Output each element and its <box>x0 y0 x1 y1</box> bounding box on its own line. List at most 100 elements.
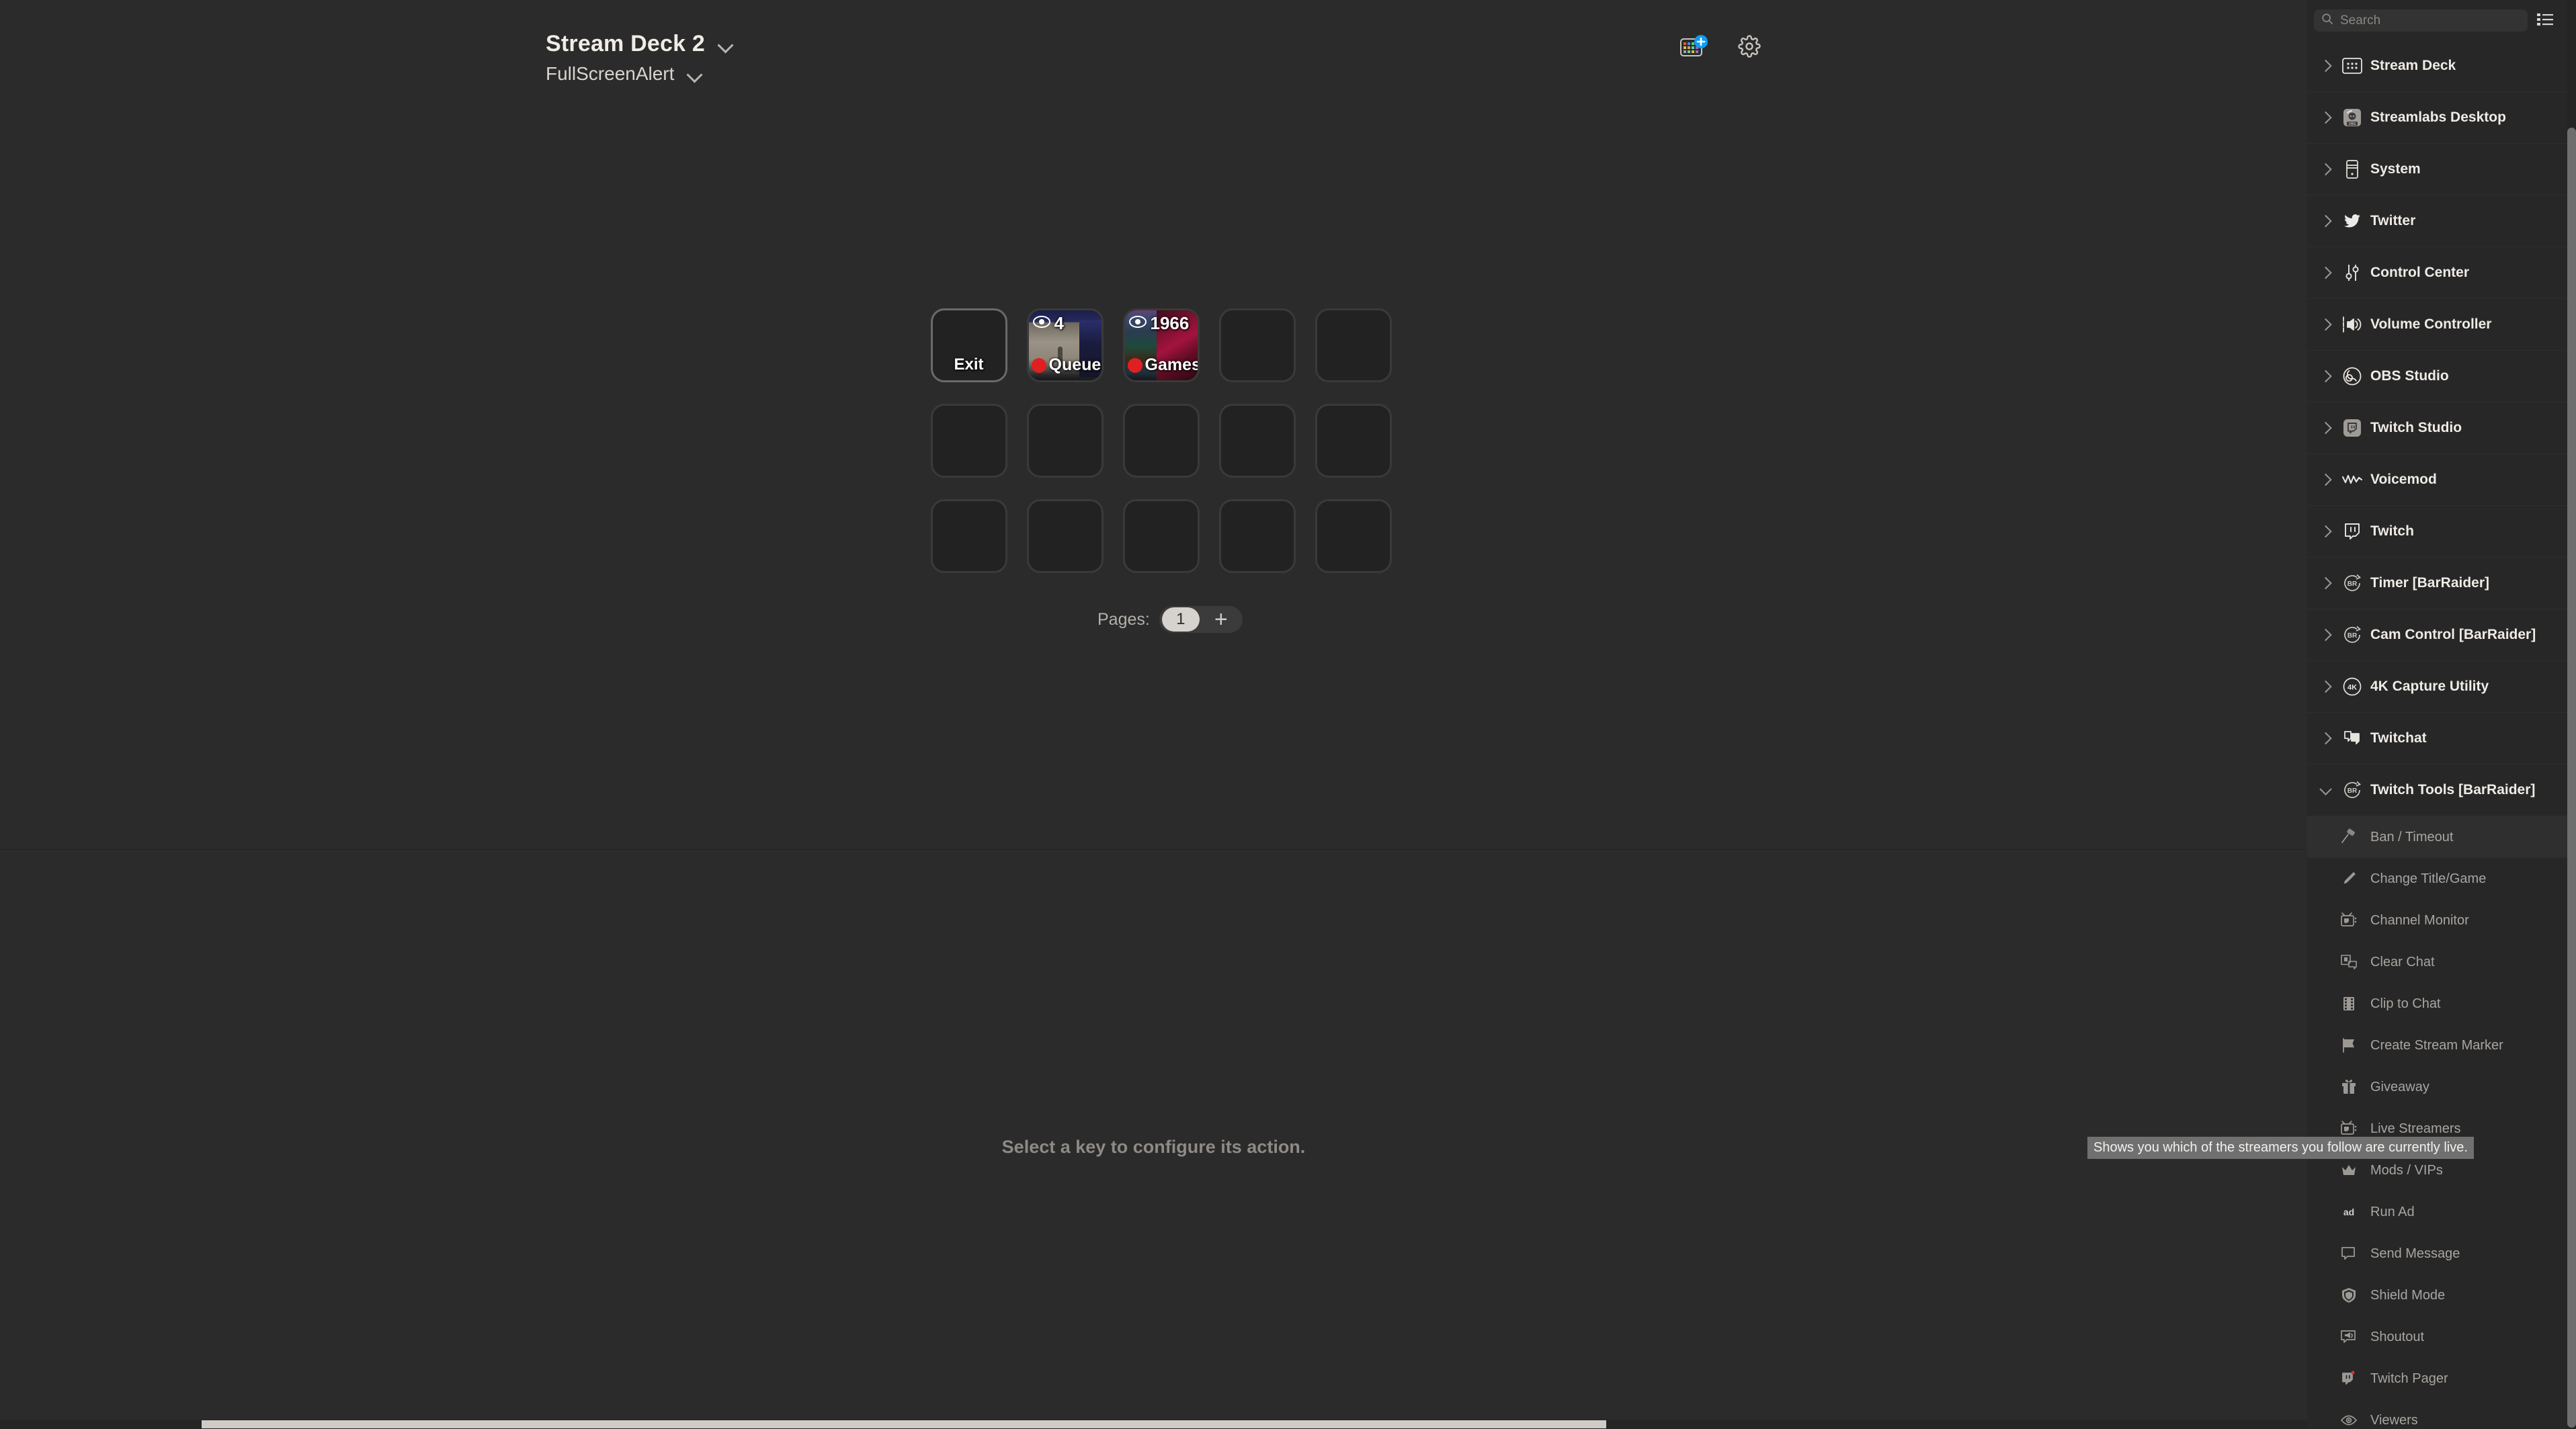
category-twitch-studio[interactable]: Twitch Studio <box>2307 402 2576 454</box>
deck-selector[interactable]: Stream Deck 2 <box>546 31 735 57</box>
deck-title: Stream Deck 2 <box>546 31 705 56</box>
list-view-icon[interactable] <box>2537 12 2553 30</box>
key-slot <box>1305 488 1401 584</box>
page-button-1[interactable]: 1 <box>1161 607 1200 632</box>
category-label: 4K Capture Utility <box>2370 679 2489 694</box>
action-channel-monitor[interactable]: Channel Monitor <box>2307 900 2576 941</box>
barraider-icon: BR <box>2338 780 2366 800</box>
key-slot <box>1113 393 1209 488</box>
streamlabs-obs-icon: OBS <box>2338 108 2366 127</box>
obs-studio-icon <box>2338 367 2366 386</box>
action-send-message[interactable]: Send Message <box>2307 1233 2576 1274</box>
category-volume-controller[interactable]: Volume Controller <box>2307 299 2576 351</box>
action-giveaway[interactable]: Giveaway <box>2307 1066 2576 1108</box>
action-create-stream-marker[interactable]: Create Stream Marker <box>2307 1025 2576 1066</box>
profile-selector[interactable]: FullScreenAlert <box>546 63 704 85</box>
pages-label: Pages: <box>1097 609 1150 629</box>
category-label: Twitch Studio <box>2370 420 2462 435</box>
deck-key-empty[interactable] <box>1315 499 1392 573</box>
category-obs-studio[interactable]: OBS Studio <box>2307 351 2576 402</box>
deck-key-empty[interactable] <box>930 404 1007 478</box>
category-voicemod[interactable]: Voicemod <box>2307 454 2576 506</box>
deck-key-empty[interactable] <box>1122 499 1200 573</box>
deck-key-empty[interactable] <box>1122 404 1200 478</box>
svg-text:4K: 4K <box>2348 684 2357 692</box>
action-viewers[interactable]: Viewers <box>2307 1399 2576 1429</box>
action-run-ad[interactable]: ad Run Ad <box>2307 1191 2576 1233</box>
key-slot <box>1017 488 1113 584</box>
category-label: OBS Studio <box>2370 368 2449 384</box>
pages-pill: 1 + <box>1159 606 1243 633</box>
sidebar-scrollbar-track[interactable] <box>2567 0 2576 1429</box>
configure-hint: Select a key to configure its action. <box>1001 1137 1306 1157</box>
deck-key-empty[interactable] <box>1218 499 1296 573</box>
action-clip-to-chat[interactable]: Clip to Chat <box>2307 983 2576 1025</box>
live-status-row: QueueBl <box>1031 357 1102 374</box>
category-streamlabs-desktop[interactable]: OBS Streamlabs Desktop <box>2307 92 2576 144</box>
barraider-icon: BR <box>2338 625 2366 645</box>
gear-icon[interactable] <box>1738 35 1761 61</box>
action-ban-timeout[interactable]: Ban / Timeout <box>2307 816 2576 858</box>
key-slot <box>921 488 1017 584</box>
action-label: Create Stream Marker <box>2370 1037 2503 1053</box>
add-page-button[interactable]: + <box>1202 607 1240 632</box>
viewer-count: 1966 <box>1150 313 1190 333</box>
sidebar-scrollbar-thumb[interactable] <box>2567 128 2576 1428</box>
action-label: Shoutout <box>2370 1329 2425 1344</box>
action-label: Twitch Pager <box>2370 1371 2448 1386</box>
category-twitch[interactable]: Twitch <box>2307 506 2576 558</box>
category-4k-capture-utility[interactable]: 4K 4K Capture Utility <box>2307 661 2576 713</box>
horizontal-scrollbar-track[interactable] <box>0 1420 2307 1429</box>
category-label: Voicemod <box>2370 472 2437 487</box>
deck-key-live-streamer-1[interactable]: 4 QueueBl <box>1026 308 1104 382</box>
eye-icon <box>2335 1412 2362 1429</box>
category-label: Stream Deck <box>2370 58 2456 73</box>
svg-text:OBS: OBS <box>2349 122 2356 126</box>
deck-key-empty[interactable] <box>930 499 1007 573</box>
category-control-center[interactable]: Control Center <box>2307 247 2576 299</box>
action-live-streamers[interactable]: Live Streamers <box>2307 1108 2576 1150</box>
action-clear-chat[interactable]: Clear Chat <box>2307 941 2576 983</box>
chevron-down-icon[interactable] <box>686 65 704 83</box>
key-grid-container: Exit 4 Queue 1966 Game <box>921 298 1401 584</box>
gift-icon <box>2335 1078 2362 1096</box>
action-mods-vips[interactable]: Mods / VIPs <box>2307 1150 2576 1191</box>
action-label: Run Ad <box>2370 1204 2415 1219</box>
category-twitter[interactable]: Twitter <box>2307 196 2576 247</box>
action-change-title-game[interactable]: Change Title/Game <box>2307 858 2576 900</box>
category-cam-control-barraider[interactable]: BR Cam Control [BarRaider] <box>2307 609 2576 661</box>
category-twitch-tools-barraider[interactable]: BR Twitch Tools [BarRaider] <box>2307 765 2576 816</box>
search-input[interactable]: Search <box>2314 9 2528 32</box>
deck-key-empty[interactable] <box>1218 404 1296 478</box>
svg-text:BR: BR <box>2348 632 2358 640</box>
deck-key-exit[interactable]: Exit <box>930 308 1007 382</box>
horizontal-scrollbar-thumb[interactable] <box>202 1420 1606 1428</box>
stream-deck-icon <box>2338 58 2366 74</box>
deck-key-empty[interactable] <box>1026 499 1104 573</box>
panel-divider <box>0 850 2307 851</box>
message-bubble-icon <box>2335 1245 2362 1262</box>
deck-key-empty[interactable] <box>1315 404 1392 478</box>
action-label: Ban / Timeout <box>2370 829 2454 845</box>
deck-key-live-streamer-2[interactable]: 1966 GamesD <box>1122 308 1200 382</box>
action-shield-mode[interactable]: Shield Mode <box>2307 1274 2576 1316</box>
action-label: Send Message <box>2370 1246 2460 1261</box>
deck-key-empty[interactable] <box>1315 308 1392 382</box>
category-stream-deck[interactable]: Stream Deck <box>2307 40 2576 92</box>
category-timer-barraider[interactable]: BR Timer [BarRaider] <box>2307 558 2576 609</box>
category-twitchat[interactable]: Twitchat <box>2307 713 2576 765</box>
deck-key-empty[interactable] <box>1218 308 1296 382</box>
add-device-icon[interactable] <box>1680 35 1710 61</box>
action-twitch-pager[interactable]: Twitch Pager <box>2307 1358 2576 1399</box>
app-header: Stream Deck 2 FullScreenAlert <box>0 0 2307 94</box>
key-grid: Exit 4 Queue 1966 Game <box>921 298 1401 584</box>
film-strip-icon <box>2335 995 2362 1012</box>
deck-key-empty[interactable] <box>1026 404 1104 478</box>
voicemod-icon <box>2338 473 2366 486</box>
category-system[interactable]: System <box>2307 144 2576 196</box>
action-shoutout[interactable]: Shoutout <box>2307 1316 2576 1358</box>
chevron-down-icon[interactable] <box>717 36 735 53</box>
speaker-icon <box>2338 316 2366 333</box>
key-label: Exit <box>954 355 984 374</box>
crown-icon <box>2335 1162 2362 1179</box>
